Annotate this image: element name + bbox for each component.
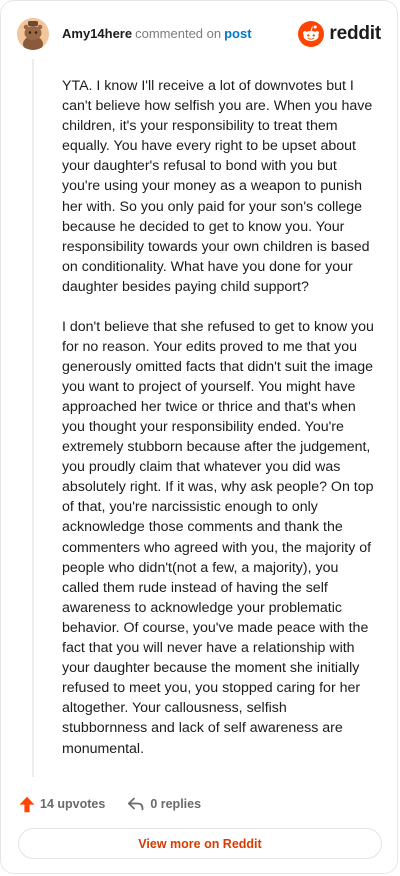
- comment-header: Amy14here commented on post reddit: [1, 1, 397, 67]
- reply-arrow-icon: [128, 797, 144, 811]
- comment-meta: Amy14here commented on post: [62, 26, 252, 42]
- reply-count: 0 replies: [150, 797, 202, 811]
- reply-button[interactable]: 0 replies: [127, 796, 201, 812]
- commented-on-text: commented on: [135, 26, 222, 41]
- reddit-snoo-icon: [298, 21, 325, 47]
- upvote-button[interactable]: 14 upvotes: [19, 796, 105, 813]
- snoo-avatar-icon: [17, 18, 49, 50]
- comment-paragraph: YTA. I know I'll receive a lot of downvo…: [62, 78, 373, 295]
- comment-paragraph: I don't believe that she refused to get …: [62, 318, 374, 757]
- thread-line[interactable]: [32, 59, 34, 777]
- user-avatar[interactable]: [17, 18, 49, 50]
- username-link[interactable]: Amy14here: [62, 26, 132, 41]
- view-more-button[interactable]: View more on Reddit: [18, 828, 382, 859]
- comment-actions: 14 upvotes 0 replies: [19, 794, 201, 814]
- post-link[interactable]: post: [224, 26, 251, 41]
- reddit-logo[interactable]: reddit: [298, 20, 381, 48]
- reddit-wordmark: reddit: [329, 23, 381, 44]
- comment-card: Amy14here commented on post reddit YTA. I …: [0, 0, 398, 874]
- upvote-count: 14 upvotes: [40, 797, 106, 811]
- comment-body: YTA. I know I'll receive a lot of downvo…: [62, 76, 374, 778]
- upvote-arrow-icon: [19, 796, 35, 812]
